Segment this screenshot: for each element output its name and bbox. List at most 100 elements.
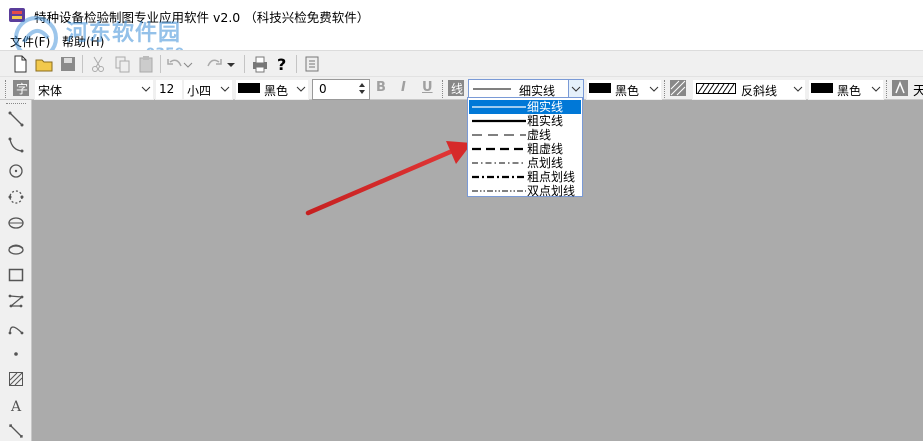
redo-icon[interactable] (204, 54, 224, 74)
font-name-select[interactable]: 宋体 (34, 79, 154, 100)
toolbar-separator (296, 55, 297, 73)
truncated-label: 天 (913, 84, 923, 99)
color-swatch (589, 83, 611, 93)
standard-toolbar: ? (0, 50, 923, 76)
spin-input[interactable]: 0 (312, 79, 370, 100)
font-size-name-value: 小四 (187, 84, 212, 98)
paste-icon[interactable] (136, 54, 156, 74)
line-style-option-label: 双点划线 (527, 184, 576, 198)
line-style-option-label: 粗实线 (527, 114, 564, 128)
new-file-icon[interactable] (10, 54, 30, 74)
toolbar-grip[interactable] (664, 80, 667, 98)
toolbar-grip[interactable] (5, 80, 8, 98)
line-style-option-label: 细实线 (527, 100, 564, 114)
line-style-option[interactable]: 细实线 (469, 100, 581, 114)
svg-text:A: A (10, 399, 22, 414)
curve-tool-icon[interactable] (7, 136, 25, 154)
svg-text:?: ? (277, 55, 286, 74)
polyline-tool-icon[interactable] (7, 292, 25, 310)
format-toolbar: 字 宋体 12 小四 黑色 0 B I U 线 细实线 黑色 反斜线 黑色 天 (0, 76, 923, 100)
line-style-option[interactable]: 粗虚线 (469, 142, 581, 156)
undo-dropdown-icon[interactable] (182, 54, 194, 74)
line-style-option[interactable]: 粗点划线 (469, 170, 581, 184)
cut-icon[interactable] (88, 54, 108, 74)
line-preview-icon (473, 88, 511, 90)
line-color-value: 黑色 (615, 84, 640, 98)
color-swatch (811, 83, 833, 93)
line-pattern-icon (472, 175, 526, 179)
copy-icon[interactable] (112, 54, 132, 74)
chevron-down-icon (571, 86, 581, 92)
ellipse-tool-icon[interactable] (7, 214, 25, 232)
chevron-down-icon (871, 86, 881, 92)
font-name-value: 宋体 (38, 84, 63, 98)
chevron-down-icon (220, 86, 230, 92)
spin-value: 0 (319, 82, 327, 96)
line-style-icon: 线 (447, 79, 467, 99)
hatch-style-select[interactable]: 反斜线 (692, 79, 806, 100)
symbol-icon[interactable] (891, 79, 911, 99)
line-style-option-label: 粗点划线 (527, 170, 576, 184)
line-style-option-label: 粗虚线 (527, 142, 564, 156)
watermark-text: 河东软件园 (66, 20, 182, 46)
chevron-down-icon (296, 86, 306, 92)
line-style-option-label: 点划线 (527, 156, 564, 170)
drawing-tools-palette: A (0, 100, 32, 441)
line-style-option[interactable]: 双点划线 (469, 184, 581, 198)
point-tool-icon[interactable] (7, 344, 25, 362)
hatch-preview-icon (696, 83, 736, 94)
rectangle-tool-icon[interactable] (7, 266, 25, 284)
color-swatch (238, 83, 260, 93)
arc-tool-icon[interactable] (7, 318, 25, 336)
line-style-dropdown-button[interactable] (568, 80, 583, 97)
font-size-select[interactable]: 12 (155, 79, 183, 100)
line-pattern-icon (472, 134, 526, 136)
hatch-color-value: 黑色 (837, 84, 862, 98)
toolbar-grip[interactable] (886, 80, 889, 98)
hatch-tool-icon[interactable] (7, 370, 25, 388)
spin-arrows-icon[interactable] (356, 81, 368, 96)
hatch-icon (669, 79, 689, 99)
font-icon: 字 (12, 79, 32, 99)
text-color-select[interactable]: 黑色 (235, 79, 309, 100)
save-icon[interactable] (58, 54, 78, 74)
text-color-value: 黑色 (264, 84, 289, 98)
line-style-option-label: 虚线 (527, 128, 552, 142)
ellipse-arc-tool-icon[interactable] (7, 240, 25, 258)
font-size-name-select[interactable]: 小四 (183, 79, 233, 100)
toolbar-separator (160, 55, 161, 73)
bold-button[interactable]: B (376, 80, 386, 95)
hatch-style-value: 反斜线 (741, 84, 778, 98)
italic-button[interactable]: I (401, 80, 406, 95)
toolbar-separator (244, 55, 245, 73)
svg-text:线: 线 (451, 82, 463, 96)
toolbar-grip[interactable] (442, 80, 445, 98)
toolbar-separator (82, 55, 83, 73)
line-pattern-icon (472, 119, 526, 123)
circle-tool-icon[interactable] (7, 162, 25, 180)
help-question-icon[interactable]: ? (272, 54, 292, 74)
line-pattern-icon (472, 162, 526, 164)
dimension-tool-icon[interactable] (7, 422, 25, 440)
hatch-color-select[interactable]: 黑色 (808, 79, 884, 100)
line-style-option[interactable]: 点划线 (469, 156, 581, 170)
line-color-select[interactable]: 黑色 (586, 79, 662, 100)
line-style-option[interactable]: 虚线 (469, 128, 581, 142)
underline-button[interactable]: U (422, 80, 433, 95)
page-setup-icon[interactable] (302, 54, 322, 74)
redo-dropdown-icon[interactable] (224, 54, 238, 74)
text-tool-icon[interactable]: A (7, 396, 25, 414)
chevron-down-icon (793, 86, 803, 92)
line-tool-icon[interactable] (7, 110, 25, 128)
chevron-down-icon (141, 86, 151, 92)
font-size-value: 12 (159, 82, 175, 96)
red-arrow-annotation (305, 141, 472, 216)
chevron-down-icon (649, 86, 659, 92)
line-style-dropdown-list: 细实线 粗实线 虚线 粗虚线 点划线 粗点划线 双点划线 (467, 97, 583, 198)
palette-grip[interactable] (6, 103, 26, 106)
arc-circle-tool-icon[interactable] (7, 188, 25, 206)
open-folder-icon[interactable] (34, 54, 54, 74)
line-style-option[interactable]: 粗实线 (469, 114, 581, 128)
line-pattern-icon (472, 147, 526, 151)
print-icon[interactable] (250, 54, 270, 74)
